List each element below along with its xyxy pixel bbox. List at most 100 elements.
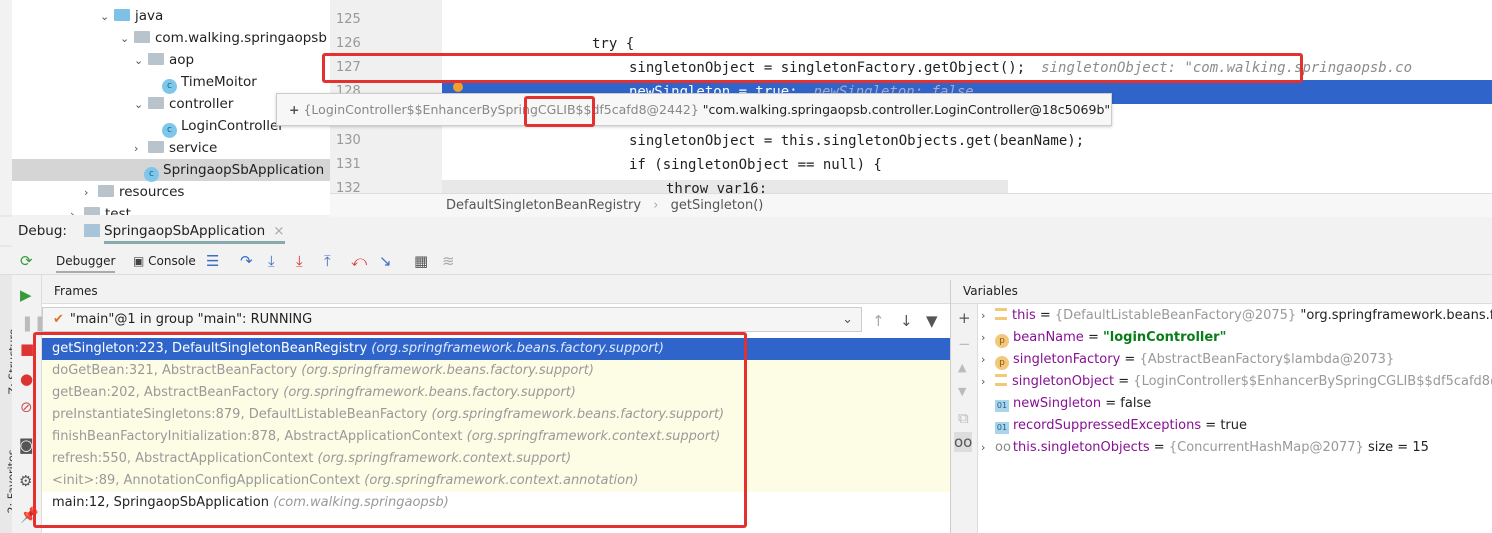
tree-item[interactable]: ⌄ controller <box>134 93 233 115</box>
field-icon <box>995 374 1007 386</box>
tree-item[interactable]: ⌄ com.walking.springaopsb <box>120 27 327 49</box>
copy-icon[interactable]: ⧉ <box>958 408 969 428</box>
primitive-icon: 01 <box>995 400 1009 412</box>
variables-panel: Variables + − ▲ ▼ ⧉ oo › this = {DefaultL… <box>950 280 1492 533</box>
breadcrumb-class[interactable]: DefaultSingletonBeanRegistry <box>446 198 641 213</box>
variable-item[interactable]: › p singletonFactory = {AbstractBeanFactor… <box>981 349 1394 371</box>
breadcrumb-method[interactable]: getSingleton() <box>671 198 764 213</box>
chevron-right-icon[interactable]: › <box>981 349 995 371</box>
step-into-icon[interactable]: ⤓ <box>268 251 275 271</box>
tree-item-label: LoginController <box>181 118 284 134</box>
debug-toolbar: ⟳ Debugger ▣ Console ☰ ↷ ⤓ ⤓ ⤒ ⤺ ↘ ▦ ≋ <box>0 247 1492 275</box>
primitive-icon: 01 <box>995 422 1009 434</box>
chevron-right-icon[interactable]: › <box>70 204 84 215</box>
chevron-down-icon[interactable]: ⌄ <box>134 50 148 72</box>
chevron-right-icon[interactable]: › <box>134 138 148 160</box>
settings-icon[interactable]: ⚙ <box>19 471 32 491</box>
tab-console[interactable]: ▣ Console <box>133 251 196 271</box>
variable-item[interactable]: › p beanName = "loginController" <box>981 327 1226 349</box>
code-line: throw var16; <box>666 181 768 193</box>
trace-icon[interactable]: ≋ <box>442 251 455 271</box>
annotation-box-cglib <box>524 96 595 127</box>
next-frame-icon[interactable]: ↓ <box>900 311 913 331</box>
drop-frame-icon[interactable]: ⤺ <box>351 251 367 271</box>
tree-item-label: java <box>135 8 164 24</box>
folder-icon <box>134 31 150 43</box>
tree-item[interactable]: c SpringaopSbApplication <box>12 159 330 182</box>
tree-item[interactable]: c TimeMoitor <box>162 71 257 94</box>
chevron-down-icon[interactable]: ⌄ <box>134 94 148 116</box>
thread-selector[interactable]: ✔ "main"@1 in group "main": RUNNING ⌄ <box>42 307 862 332</box>
mute-breakpoints-icon[interactable]: ⊘ <box>20 397 33 417</box>
annotation-box-frames <box>33 332 747 528</box>
tree-item-label: resources <box>119 184 185 200</box>
tree-item[interactable]: › resources <box>84 181 184 203</box>
variable-item[interactable]: › this = {DefaultListableBeanFactory@2075… <box>981 305 1492 327</box>
variable-item[interactable]: ›01recordSuppressedExceptions = true <box>981 415 1247 437</box>
parameter-icon: p <box>995 334 1009 348</box>
chevron-right-icon[interactable]: › <box>981 327 995 349</box>
tree-item-label: aop <box>169 52 195 68</box>
tree-item[interactable]: ⌄ aop <box>134 49 194 71</box>
rerun-icon[interactable]: ⟳ <box>20 251 33 271</box>
line-number: 125 <box>336 12 361 27</box>
console-icon: ▣ <box>133 254 145 268</box>
move-up-icon[interactable]: ▲ <box>958 358 966 378</box>
debug-label: Debug: <box>18 223 67 239</box>
folder-icon <box>84 207 100 215</box>
folder-icon <box>98 185 114 197</box>
frames-header: Frames <box>42 280 950 304</box>
breakpoints-icon[interactable]: ● <box>20 369 33 389</box>
folder-icon <box>114 9 130 21</box>
tree-item[interactable]: › test <box>70 203 131 215</box>
debug-title-bar: Debug: SpringaopSbApplication × <box>0 217 1492 245</box>
evaluate-expression-icon[interactable]: ▦ <box>414 251 428 271</box>
breadcrumb: DefaultSingletonBeanRegistry › getSingle… <box>330 193 1492 217</box>
line-number: 130 <box>336 133 361 148</box>
step-out-icon[interactable]: ⤒ <box>324 251 331 271</box>
tooltip-value: "com.walking.springaopsb.controller.Logi… <box>702 102 1111 117</box>
chevron-right-icon[interactable]: › <box>981 371 995 393</box>
chevron-right-icon[interactable]: › <box>981 437 995 459</box>
filter-icon[interactable]: ▼ <box>926 311 938 331</box>
camera-icon[interactable]: ◙ <box>19 435 34 455</box>
app-run-icon <box>84 224 100 237</box>
line-number: 131 <box>336 157 361 172</box>
add-watch-icon[interactable]: + <box>958 308 971 328</box>
watch-icon: oo <box>995 440 1011 455</box>
variables-header: Variables <box>951 280 1492 304</box>
code-line: singletonObject = this.singletonObjects.… <box>629 133 1085 149</box>
tree-item[interactable]: › service <box>134 137 217 159</box>
tree-item[interactable]: c LoginController <box>162 115 284 138</box>
move-down-icon[interactable]: ▼ <box>958 382 966 402</box>
previous-frame-icon[interactable]: ↑ <box>872 311 885 331</box>
show-execution-point-icon[interactable]: ☰ <box>206 251 219 271</box>
chevron-down-icon[interactable]: ⌄ <box>120 28 134 50</box>
tree-item[interactable]: ⌄ java <box>100 5 163 27</box>
tab-debugger[interactable]: Debugger <box>56 251 116 273</box>
force-step-into-icon[interactable]: ⤓ <box>296 251 303 271</box>
folder-icon <box>148 53 164 65</box>
tree-item-label: SpringaopSbApplication <box>163 162 325 178</box>
variable-item[interactable]: › oo this.singletonObjects = {ConcurrentHa… <box>981 437 1429 459</box>
breakpoint-icon[interactable] <box>453 82 463 92</box>
line-number: 126 <box>336 36 361 51</box>
value-tooltip: + {LoginController$$EnhancerBySpringCGLIB… <box>276 93 1112 126</box>
annotation-box-line127 <box>322 53 1303 83</box>
class-icon: c <box>162 123 177 138</box>
remove-watch-icon[interactable]: − <box>958 334 971 354</box>
chevron-right-icon[interactable]: › <box>84 182 98 204</box>
variable-item[interactable]: › singletonObject = {LoginController$$Enh… <box>981 371 1492 393</box>
session-tab[interactable]: SpringaopSbApplication × <box>104 217 285 244</box>
tree-item-label: service <box>169 140 218 156</box>
parameter-icon: p <box>995 356 1009 370</box>
run-to-cursor-icon[interactable]: ↘ <box>379 251 392 271</box>
show-watches-icon[interactable]: oo <box>954 432 973 452</box>
resume-icon[interactable]: ▶ <box>20 285 32 305</box>
close-icon[interactable]: × <box>273 223 284 239</box>
variable-item[interactable]: ›01newSingleton = false <box>981 393 1151 415</box>
step-over-icon[interactable]: ↷ <box>240 251 253 271</box>
chevron-right-icon[interactable]: › <box>981 305 995 327</box>
expand-icon[interactable]: + <box>289 102 299 117</box>
chevron-down-icon[interactable]: ⌄ <box>100 6 114 28</box>
